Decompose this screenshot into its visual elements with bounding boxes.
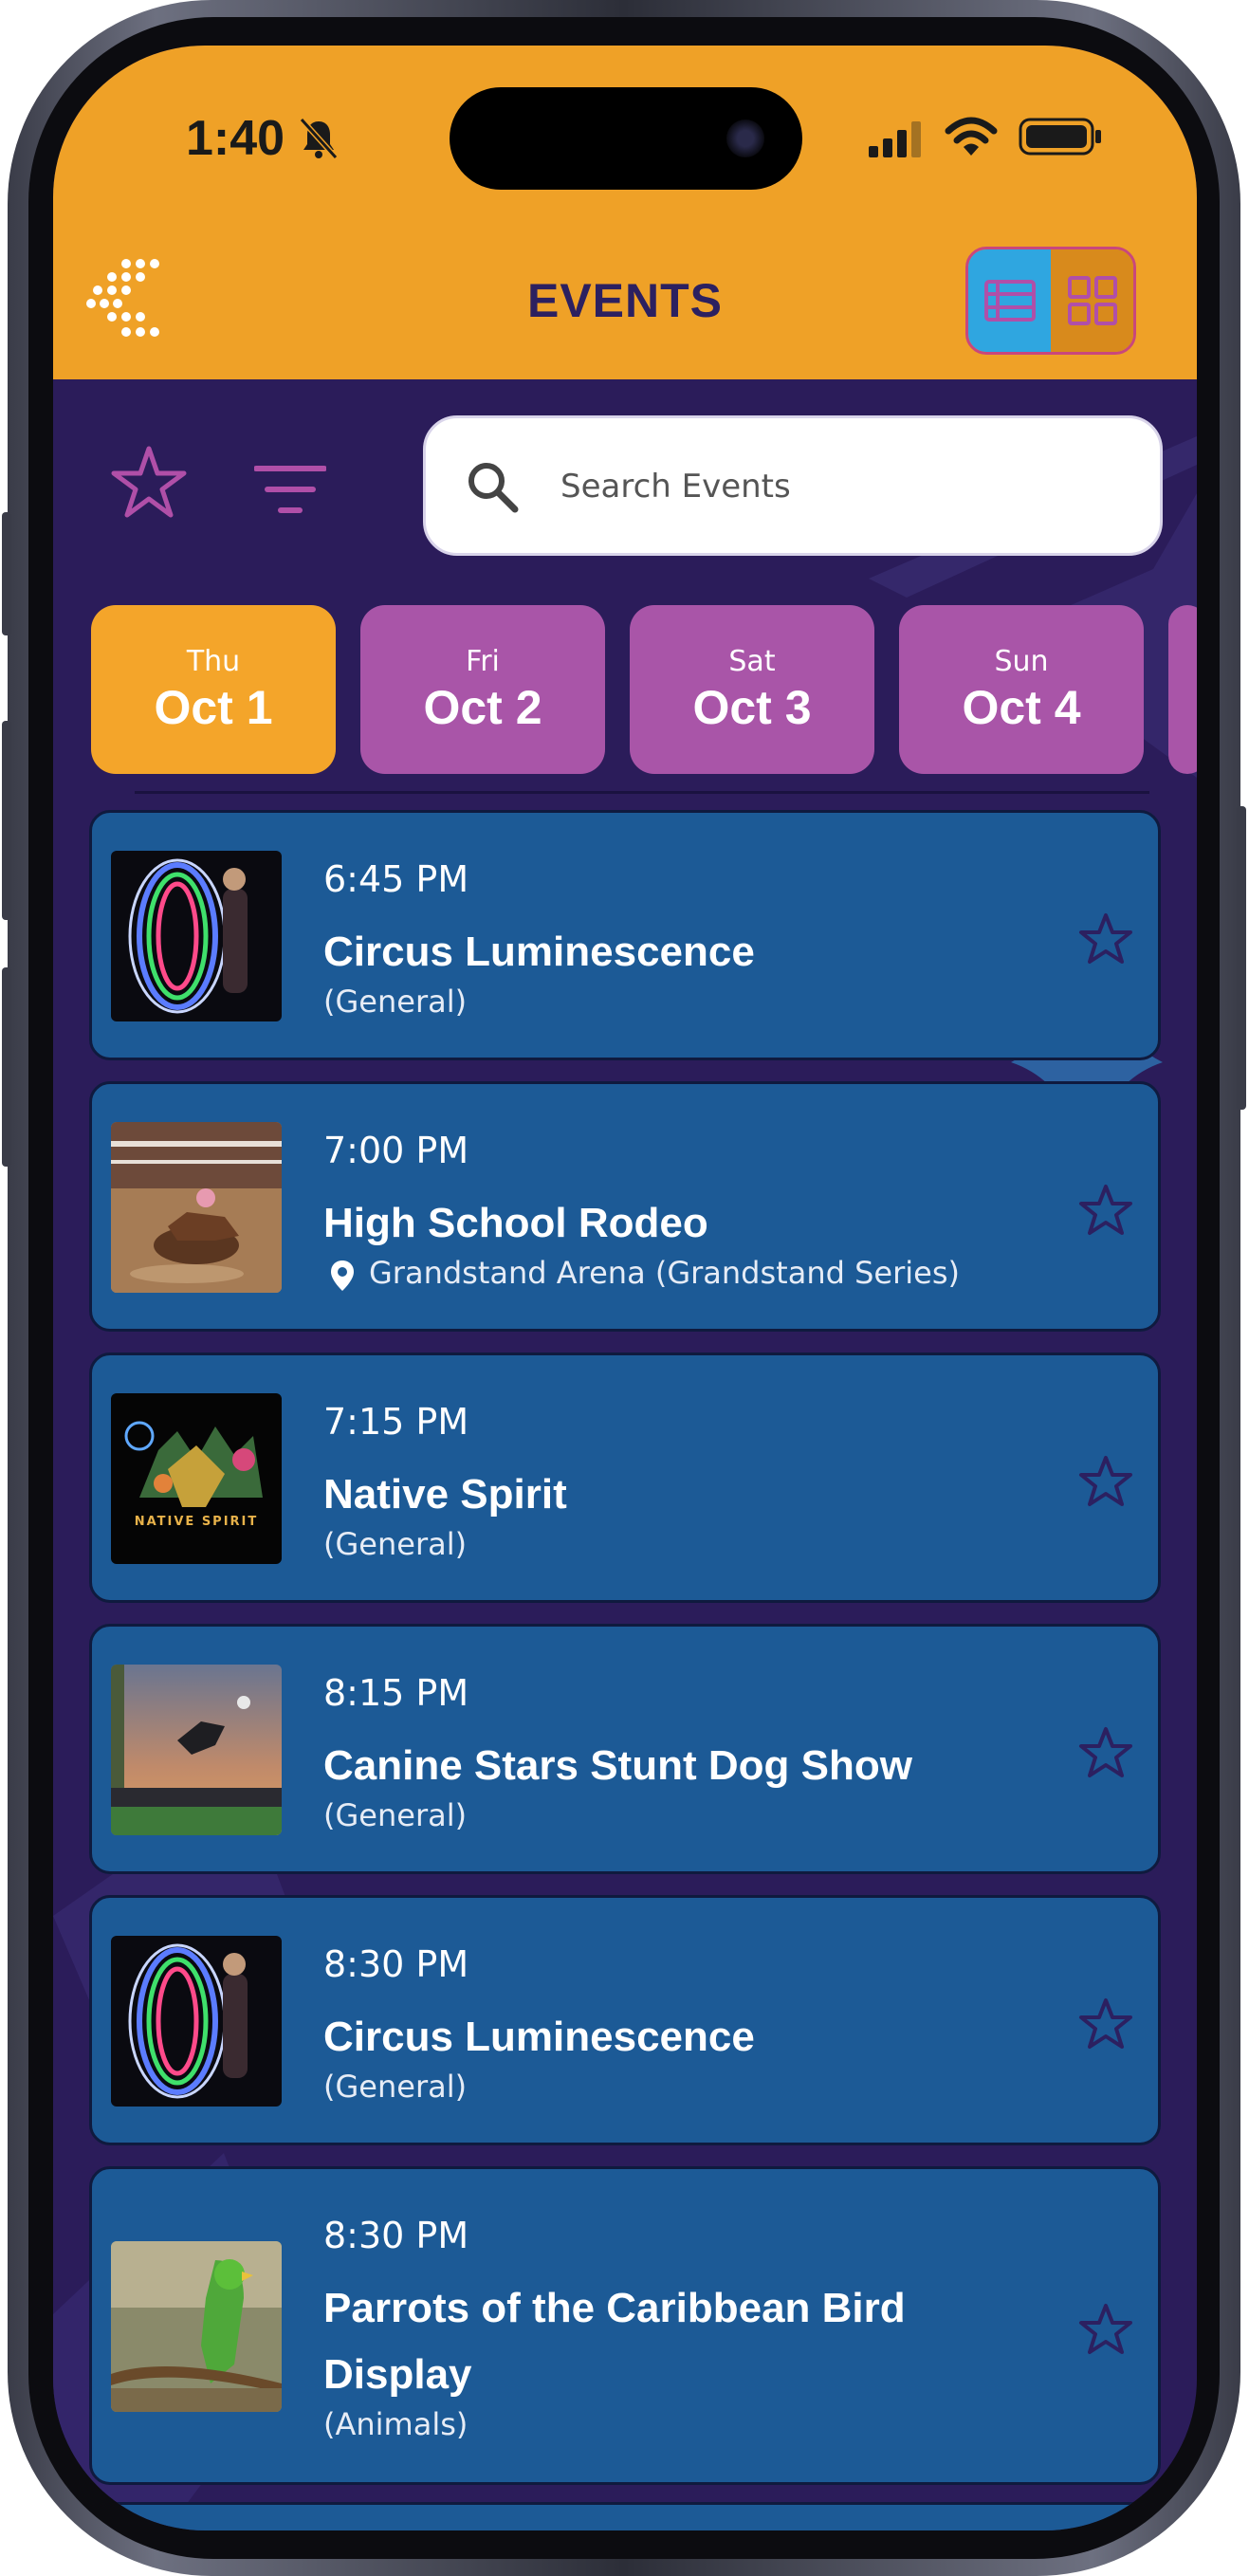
status-time: 1:40 [186, 111, 285, 166]
power-button [1237, 806, 1246, 1110]
bell-slash-icon [299, 117, 339, 160]
event-time: 7:15 PM [323, 1401, 469, 1443]
event-card[interactable]: 8:30 PM Parrots of the Caribbean Bird Di… [89, 2166, 1161, 2485]
event-category: (Animals) [323, 2406, 468, 2442]
event-title: Native Spirit [323, 1471, 567, 1518]
event-time: 7:00 PM [323, 1130, 469, 1171]
event-card[interactable]: 8:30 PM Circus Luminescence (General) [89, 1895, 1161, 2145]
action-button [2, 512, 11, 635]
event-location: Grandstand Arena (Grandstand Series) [369, 1255, 960, 1291]
tabs-divider [135, 791, 1149, 794]
event-thumbnail [111, 1665, 282, 1835]
favorite-star-icon[interactable] [1078, 2302, 1133, 2357]
date-tab-date: Oct 3 [692, 681, 812, 734]
event-card[interactable]: 7:00 PM High School Rodeo Grandstand Are… [89, 1081, 1161, 1332]
dynamic-island [450, 87, 802, 190]
date-tab-date: Oct 1 [154, 681, 273, 734]
list-view-button[interactable] [968, 249, 1051, 352]
view-toggle[interactable] [965, 247, 1136, 355]
event-category: (General) [323, 984, 468, 1020]
filter-icon[interactable] [254, 463, 326, 520]
event-thumbnail [111, 1936, 282, 2107]
event-title: Circus Luminescence [323, 929, 755, 975]
date-tab-oct-3[interactable]: Sat Oct 3 [630, 605, 874, 774]
event-time: 8:30 PM [323, 2215, 469, 2256]
search-box[interactable] [423, 415, 1163, 556]
search-icon [468, 463, 519, 513]
favorite-star-icon[interactable] [1078, 1454, 1133, 1509]
event-thumbnail: NATIVE SPIRIT [111, 1393, 282, 1564]
wifi-icon [945, 117, 998, 156]
favorite-star-icon[interactable] [1078, 1996, 1133, 2052]
event-time: 8:15 PM [323, 1672, 469, 1714]
favorites-filter-star-icon[interactable] [110, 444, 188, 522]
event-title: Canine Stars Stunt Dog Show [323, 1742, 912, 1789]
event-time: 6:45 PM [323, 858, 469, 900]
grid-view-button[interactable] [1051, 249, 1133, 352]
event-thumbnail [111, 2241, 282, 2412]
volume-down-button [2, 967, 11, 1167]
event-thumbnail [111, 851, 282, 1021]
event-thumbnail [111, 1122, 282, 1293]
event-card[interactable]: 8:15 PM Canine Stars Stunt Dog Show (Gen… [89, 1624, 1161, 1874]
event-card[interactable]: NATIVE SPIRIT 7:15 PM Native Spirit (Gen… [89, 1352, 1161, 1603]
location-pin-icon [331, 1260, 354, 1291]
event-title: High School Rodeo [323, 1200, 708, 1246]
favorite-star-icon[interactable] [1078, 1725, 1133, 1780]
search-input[interactable] [559, 418, 1131, 555]
favorite-star-icon[interactable] [1078, 911, 1133, 966]
date-tab-day: Sun [994, 645, 1049, 678]
thumbnail-caption: NATIVE SPIRIT [134, 1515, 259, 1529]
grid-view-icon [1067, 276, 1117, 325]
battery-icon [1019, 118, 1101, 156]
date-tab-date: Oct 4 [962, 681, 1081, 734]
signal-icon [869, 121, 921, 157]
date-tab-day: Fri [466, 645, 500, 678]
list-view-icon [983, 280, 1036, 322]
date-tab-next-partial[interactable] [1168, 605, 1197, 774]
date-tab-oct-2[interactable]: Fri Oct 2 [360, 605, 605, 774]
date-tab-oct-4[interactable]: Sun Oct 4 [899, 605, 1144, 774]
event-category: (General) [323, 1797, 468, 1833]
event-card[interactable]: 6:45 PM Circus Luminescence (General) [89, 810, 1161, 1060]
date-tab-date: Oct 2 [423, 681, 542, 734]
date-tab-oct-1[interactable]: Thu Oct 1 [91, 605, 336, 774]
event-title: Parrots of the Caribbean Bird Display [323, 2285, 906, 2398]
camera-icon [726, 120, 764, 157]
favorite-star-icon[interactable] [1078, 1183, 1133, 1238]
event-category: (General) [323, 2069, 468, 2105]
volume-up-button [2, 721, 11, 920]
event-time: 8:30 PM [323, 1943, 469, 1985]
event-card-partial[interactable] [89, 2502, 1161, 2530]
event-category: (General) [323, 1526, 468, 1562]
date-tab-day: Sat [728, 645, 776, 678]
date-tab-day: Thu [186, 645, 241, 678]
event-title: Circus Luminescence [323, 2014, 755, 2060]
app-screen: 1:40 EVENTS Search Events Thu Oct 1 Fri … [53, 46, 1197, 2530]
